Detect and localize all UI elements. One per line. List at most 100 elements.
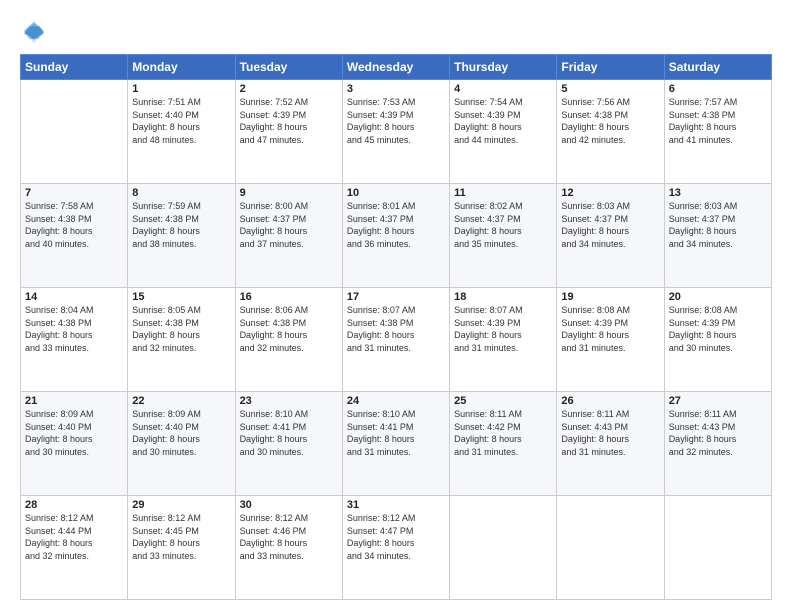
day-number: 28 xyxy=(25,499,123,511)
day-info: Sunrise: 7:54 AM Sunset: 4:39 PM Dayligh… xyxy=(454,96,552,146)
day-info: Sunrise: 8:00 AM Sunset: 4:37 PM Dayligh… xyxy=(240,200,338,250)
calendar-cell xyxy=(21,80,128,184)
day-info: Sunrise: 7:53 AM Sunset: 4:39 PM Dayligh… xyxy=(347,96,445,146)
calendar-cell: 13Sunrise: 8:03 AM Sunset: 4:37 PM Dayli… xyxy=(664,184,771,288)
col-header-saturday: Saturday xyxy=(664,55,771,80)
day-number: 15 xyxy=(132,291,230,303)
calendar-cell xyxy=(664,496,771,600)
day-info: Sunrise: 7:58 AM Sunset: 4:38 PM Dayligh… xyxy=(25,200,123,250)
day-info: Sunrise: 8:08 AM Sunset: 4:39 PM Dayligh… xyxy=(669,304,767,354)
day-number: 13 xyxy=(669,187,767,199)
day-info: Sunrise: 8:08 AM Sunset: 4:39 PM Dayligh… xyxy=(561,304,659,354)
calendar-cell: 4Sunrise: 7:54 AM Sunset: 4:39 PM Daylig… xyxy=(450,80,557,184)
calendar-cell: 17Sunrise: 8:07 AM Sunset: 4:38 PM Dayli… xyxy=(342,288,449,392)
day-number: 8 xyxy=(132,187,230,199)
calendar-cell: 23Sunrise: 8:10 AM Sunset: 4:41 PM Dayli… xyxy=(235,392,342,496)
day-info: Sunrise: 8:12 AM Sunset: 4:46 PM Dayligh… xyxy=(240,512,338,562)
calendar-cell: 1Sunrise: 7:51 AM Sunset: 4:40 PM Daylig… xyxy=(128,80,235,184)
day-info: Sunrise: 8:09 AM Sunset: 4:40 PM Dayligh… xyxy=(25,408,123,458)
calendar-cell: 14Sunrise: 8:04 AM Sunset: 4:38 PM Dayli… xyxy=(21,288,128,392)
day-info: Sunrise: 8:12 AM Sunset: 4:44 PM Dayligh… xyxy=(25,512,123,562)
day-info: Sunrise: 8:10 AM Sunset: 4:41 PM Dayligh… xyxy=(347,408,445,458)
day-number: 9 xyxy=(240,187,338,199)
calendar-cell: 27Sunrise: 8:11 AM Sunset: 4:43 PM Dayli… xyxy=(664,392,771,496)
page: SundayMondayTuesdayWednesdayThursdayFrid… xyxy=(0,0,792,612)
day-info: Sunrise: 8:06 AM Sunset: 4:38 PM Dayligh… xyxy=(240,304,338,354)
day-number: 6 xyxy=(669,83,767,95)
day-info: Sunrise: 7:59 AM Sunset: 4:38 PM Dayligh… xyxy=(132,200,230,250)
day-number: 29 xyxy=(132,499,230,511)
calendar-cell: 19Sunrise: 8:08 AM Sunset: 4:39 PM Dayli… xyxy=(557,288,664,392)
day-info: Sunrise: 8:07 AM Sunset: 4:39 PM Dayligh… xyxy=(454,304,552,354)
day-number: 26 xyxy=(561,395,659,407)
col-header-thursday: Thursday xyxy=(450,55,557,80)
calendar-cell: 20Sunrise: 8:08 AM Sunset: 4:39 PM Dayli… xyxy=(664,288,771,392)
day-number: 2 xyxy=(240,83,338,95)
calendar-cell: 5Sunrise: 7:56 AM Sunset: 4:38 PM Daylig… xyxy=(557,80,664,184)
day-info: Sunrise: 8:11 AM Sunset: 4:42 PM Dayligh… xyxy=(454,408,552,458)
calendar-week-3: 14Sunrise: 8:04 AM Sunset: 4:38 PM Dayli… xyxy=(21,288,772,392)
day-info: Sunrise: 8:09 AM Sunset: 4:40 PM Dayligh… xyxy=(132,408,230,458)
calendar-week-1: 1Sunrise: 7:51 AM Sunset: 4:40 PM Daylig… xyxy=(21,80,772,184)
calendar-week-2: 7Sunrise: 7:58 AM Sunset: 4:38 PM Daylig… xyxy=(21,184,772,288)
calendar-cell: 24Sunrise: 8:10 AM Sunset: 4:41 PM Dayli… xyxy=(342,392,449,496)
day-info: Sunrise: 8:01 AM Sunset: 4:37 PM Dayligh… xyxy=(347,200,445,250)
day-number: 7 xyxy=(25,187,123,199)
calendar-cell: 28Sunrise: 8:12 AM Sunset: 4:44 PM Dayli… xyxy=(21,496,128,600)
day-number: 20 xyxy=(669,291,767,303)
col-header-sunday: Sunday xyxy=(21,55,128,80)
logo-icon xyxy=(20,18,48,46)
day-number: 19 xyxy=(561,291,659,303)
calendar-cell: 31Sunrise: 8:12 AM Sunset: 4:47 PM Dayli… xyxy=(342,496,449,600)
col-header-friday: Friday xyxy=(557,55,664,80)
calendar-cell: 3Sunrise: 7:53 AM Sunset: 4:39 PM Daylig… xyxy=(342,80,449,184)
calendar-cell: 10Sunrise: 8:01 AM Sunset: 4:37 PM Dayli… xyxy=(342,184,449,288)
calendar-cell: 9Sunrise: 8:00 AM Sunset: 4:37 PM Daylig… xyxy=(235,184,342,288)
day-info: Sunrise: 8:11 AM Sunset: 4:43 PM Dayligh… xyxy=(669,408,767,458)
day-info: Sunrise: 8:04 AM Sunset: 4:38 PM Dayligh… xyxy=(25,304,123,354)
col-header-tuesday: Tuesday xyxy=(235,55,342,80)
calendar-cell: 26Sunrise: 8:11 AM Sunset: 4:43 PM Dayli… xyxy=(557,392,664,496)
day-number: 3 xyxy=(347,83,445,95)
day-number: 12 xyxy=(561,187,659,199)
calendar-cell: 12Sunrise: 8:03 AM Sunset: 4:37 PM Dayli… xyxy=(557,184,664,288)
day-info: Sunrise: 8:02 AM Sunset: 4:37 PM Dayligh… xyxy=(454,200,552,250)
calendar-cell: 21Sunrise: 8:09 AM Sunset: 4:40 PM Dayli… xyxy=(21,392,128,496)
day-number: 11 xyxy=(454,187,552,199)
calendar-cell: 16Sunrise: 8:06 AM Sunset: 4:38 PM Dayli… xyxy=(235,288,342,392)
calendar-cell: 15Sunrise: 8:05 AM Sunset: 4:38 PM Dayli… xyxy=(128,288,235,392)
calendar-cell: 18Sunrise: 8:07 AM Sunset: 4:39 PM Dayli… xyxy=(450,288,557,392)
day-number: 18 xyxy=(454,291,552,303)
calendar-cell xyxy=(450,496,557,600)
day-info: Sunrise: 7:51 AM Sunset: 4:40 PM Dayligh… xyxy=(132,96,230,146)
day-info: Sunrise: 8:05 AM Sunset: 4:38 PM Dayligh… xyxy=(132,304,230,354)
col-header-monday: Monday xyxy=(128,55,235,80)
logo xyxy=(20,18,52,46)
calendar-cell: 2Sunrise: 7:52 AM Sunset: 4:39 PM Daylig… xyxy=(235,80,342,184)
day-number: 14 xyxy=(25,291,123,303)
calendar-cell: 25Sunrise: 8:11 AM Sunset: 4:42 PM Dayli… xyxy=(450,392,557,496)
day-number: 24 xyxy=(347,395,445,407)
day-info: Sunrise: 8:03 AM Sunset: 4:37 PM Dayligh… xyxy=(669,200,767,250)
day-info: Sunrise: 8:12 AM Sunset: 4:45 PM Dayligh… xyxy=(132,512,230,562)
day-info: Sunrise: 8:07 AM Sunset: 4:38 PM Dayligh… xyxy=(347,304,445,354)
day-number: 4 xyxy=(454,83,552,95)
calendar-cell: 11Sunrise: 8:02 AM Sunset: 4:37 PM Dayli… xyxy=(450,184,557,288)
calendar-table: SundayMondayTuesdayWednesdayThursdayFrid… xyxy=(20,54,772,600)
calendar-cell: 30Sunrise: 8:12 AM Sunset: 4:46 PM Dayli… xyxy=(235,496,342,600)
calendar-week-4: 21Sunrise: 8:09 AM Sunset: 4:40 PM Dayli… xyxy=(21,392,772,496)
calendar-cell: 7Sunrise: 7:58 AM Sunset: 4:38 PM Daylig… xyxy=(21,184,128,288)
day-info: Sunrise: 8:12 AM Sunset: 4:47 PM Dayligh… xyxy=(347,512,445,562)
day-number: 16 xyxy=(240,291,338,303)
day-number: 5 xyxy=(561,83,659,95)
calendar-header-row: SundayMondayTuesdayWednesdayThursdayFrid… xyxy=(21,55,772,80)
day-number: 10 xyxy=(347,187,445,199)
calendar-cell xyxy=(557,496,664,600)
day-info: Sunrise: 8:03 AM Sunset: 4:37 PM Dayligh… xyxy=(561,200,659,250)
day-number: 30 xyxy=(240,499,338,511)
day-info: Sunrise: 7:52 AM Sunset: 4:39 PM Dayligh… xyxy=(240,96,338,146)
day-number: 27 xyxy=(669,395,767,407)
day-info: Sunrise: 8:11 AM Sunset: 4:43 PM Dayligh… xyxy=(561,408,659,458)
day-info: Sunrise: 8:10 AM Sunset: 4:41 PM Dayligh… xyxy=(240,408,338,458)
calendar-cell: 6Sunrise: 7:57 AM Sunset: 4:38 PM Daylig… xyxy=(664,80,771,184)
